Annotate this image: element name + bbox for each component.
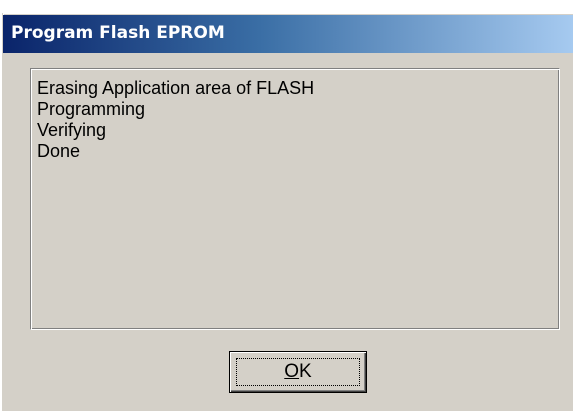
- log-line-done: Done: [37, 141, 81, 161]
- ok-button-label: OK: [230, 361, 366, 383]
- title-bar[interactable]: Program Flash EPROM: [3, 15, 573, 53]
- ok-label-rest: K: [299, 361, 312, 382]
- window-title: Program Flash EPROM: [11, 23, 225, 43]
- log-line-erasing: Erasing Application area of FLASH: [37, 78, 315, 98]
- ok-mnemonic: O: [284, 361, 300, 382]
- progress-log-panel: Erasing Application area of FLASH Progra…: [30, 68, 560, 330]
- dialog-client-area: Erasing Application area of FLASH Progra…: [3, 53, 573, 411]
- log-line-programming: Programming: [37, 99, 146, 119]
- log-line-verifying: Verifying: [37, 120, 107, 140]
- ok-button[interactable]: OK: [229, 351, 367, 393]
